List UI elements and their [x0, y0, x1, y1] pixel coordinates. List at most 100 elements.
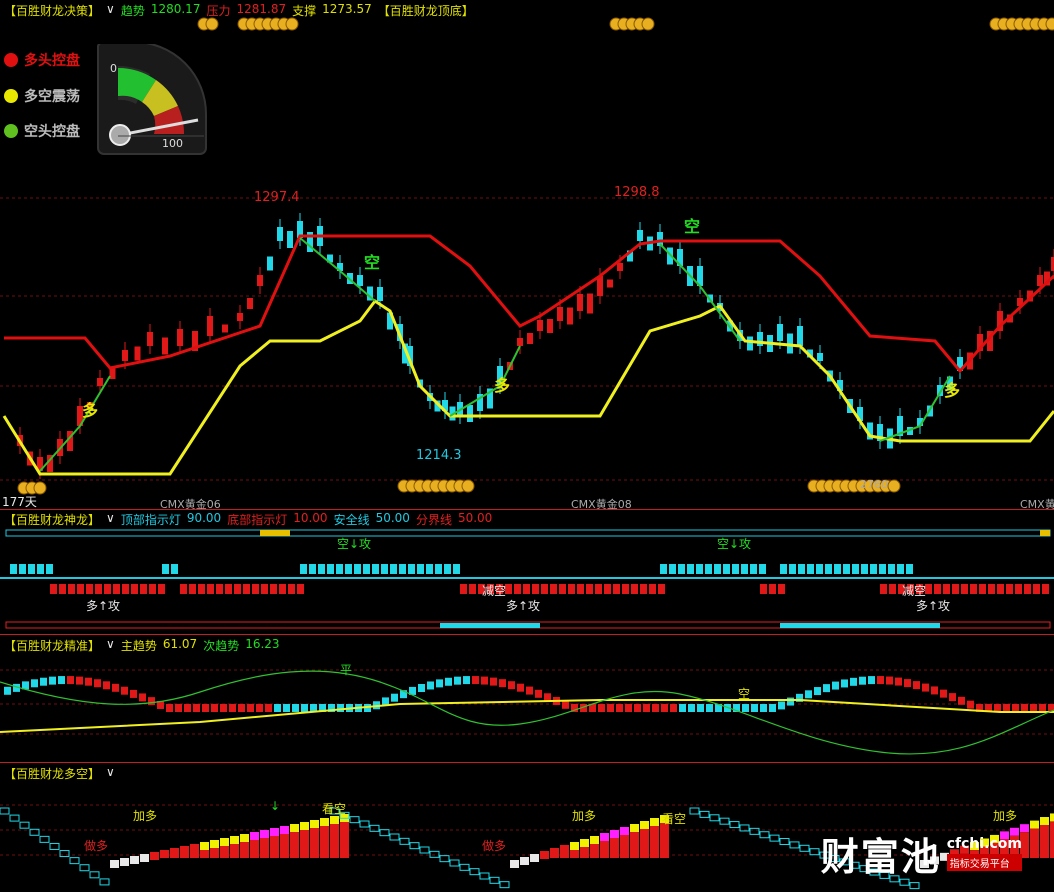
price-chart[interactable]: 多多 多空空 — [0, 16, 1054, 509]
osc-bar — [130, 689, 137, 698]
osc-bar — [94, 679, 101, 688]
up-block — [210, 840, 219, 848]
red-block — [604, 584, 611, 594]
watermark-domain: cfchi.com — [946, 836, 1022, 852]
osc-bar — [274, 704, 281, 712]
up-fill — [260, 838, 269, 858]
red-block — [760, 584, 767, 594]
cyan-block — [723, 564, 730, 574]
osc-bar — [427, 681, 434, 690]
red-block — [68, 584, 75, 594]
up-fill — [330, 824, 339, 858]
up-block — [310, 820, 319, 828]
up-fill — [240, 842, 249, 858]
up-fill — [600, 841, 609, 858]
up-fill — [560, 853, 569, 858]
osc-bar — [841, 679, 848, 688]
red-block — [189, 584, 196, 594]
red-block — [140, 584, 147, 594]
peak2-label: 1298.8 — [614, 185, 660, 200]
osc-bar — [850, 677, 857, 686]
cyan-block — [10, 564, 17, 574]
red-block — [270, 584, 277, 594]
candle-body — [777, 324, 783, 341]
cyan-block — [816, 564, 823, 574]
cyan-block — [789, 564, 796, 574]
candle-body — [237, 313, 243, 321]
osc-bar — [148, 697, 155, 706]
up-fill — [300, 830, 309, 858]
up-fill — [620, 835, 629, 858]
down-block — [0, 807, 10, 815]
red-block — [595, 584, 602, 594]
red-block — [86, 584, 93, 594]
short-attack-label-2: 空↓攻 — [717, 537, 752, 551]
osc-bar — [670, 704, 677, 712]
osc-bar — [805, 690, 812, 699]
red-block — [514, 584, 521, 594]
do-long-label-1: 做多 — [84, 839, 109, 853]
down-block — [359, 820, 370, 828]
red-block — [523, 584, 530, 594]
osc-bar — [706, 704, 713, 712]
down-block — [19, 821, 30, 829]
top-light — [1040, 530, 1050, 536]
red-block — [113, 584, 120, 594]
up-block — [280, 826, 289, 834]
up-fill — [200, 850, 209, 858]
up-block — [520, 857, 529, 865]
up-block — [190, 844, 199, 852]
osc-bar — [1039, 704, 1046, 712]
candle-body — [109, 368, 116, 379]
down-block — [759, 831, 770, 839]
up-fill — [590, 844, 599, 858]
candle-body — [377, 287, 383, 301]
osc-bar — [301, 704, 308, 712]
up-block — [110, 860, 119, 868]
red-block — [889, 584, 896, 594]
red-block — [568, 584, 575, 594]
osc-bar — [922, 683, 929, 692]
up-block — [650, 818, 659, 826]
red-block — [243, 584, 250, 594]
candle-body — [97, 378, 103, 386]
candle-body — [257, 275, 263, 286]
precision-indicator-chart[interactable] — [0, 652, 1054, 760]
osc-bar — [742, 704, 749, 712]
red-block — [988, 584, 995, 594]
candle-body — [277, 227, 283, 241]
up-fill — [280, 834, 289, 858]
osc-bar — [697, 704, 704, 712]
red-block — [198, 584, 205, 594]
up-fill — [250, 840, 259, 858]
up-fill — [310, 828, 319, 858]
dragon-indicator-chart[interactable] — [0, 526, 1054, 634]
candle-body — [222, 324, 228, 333]
down-block — [379, 829, 390, 837]
osc-bar — [121, 686, 128, 695]
up-block — [180, 846, 189, 854]
candle-body — [587, 293, 593, 314]
watermark-brand: 财富池 — [820, 834, 941, 879]
up-fill — [610, 838, 619, 858]
coin-icon — [887, 479, 901, 493]
red-block — [880, 584, 887, 594]
cyan-block — [318, 564, 325, 574]
down-block — [489, 876, 500, 884]
up-fill — [640, 829, 649, 858]
osc-bar — [751, 704, 758, 712]
watermark-tagline: 指标交易平台 — [946, 854, 1022, 871]
signal-label: 空 — [684, 217, 700, 236]
osc-bar — [31, 679, 38, 688]
cyan-block — [327, 564, 334, 574]
up-block — [230, 836, 239, 844]
up-block — [610, 830, 619, 838]
down-block — [809, 848, 820, 856]
reduce-label-2: 减空 — [902, 584, 927, 598]
cyan-block — [741, 564, 748, 574]
down-block — [789, 841, 800, 849]
cyan-block — [687, 564, 694, 574]
osc-bar — [220, 704, 227, 712]
osc-bar — [598, 704, 605, 712]
osc-bar — [832, 681, 839, 690]
